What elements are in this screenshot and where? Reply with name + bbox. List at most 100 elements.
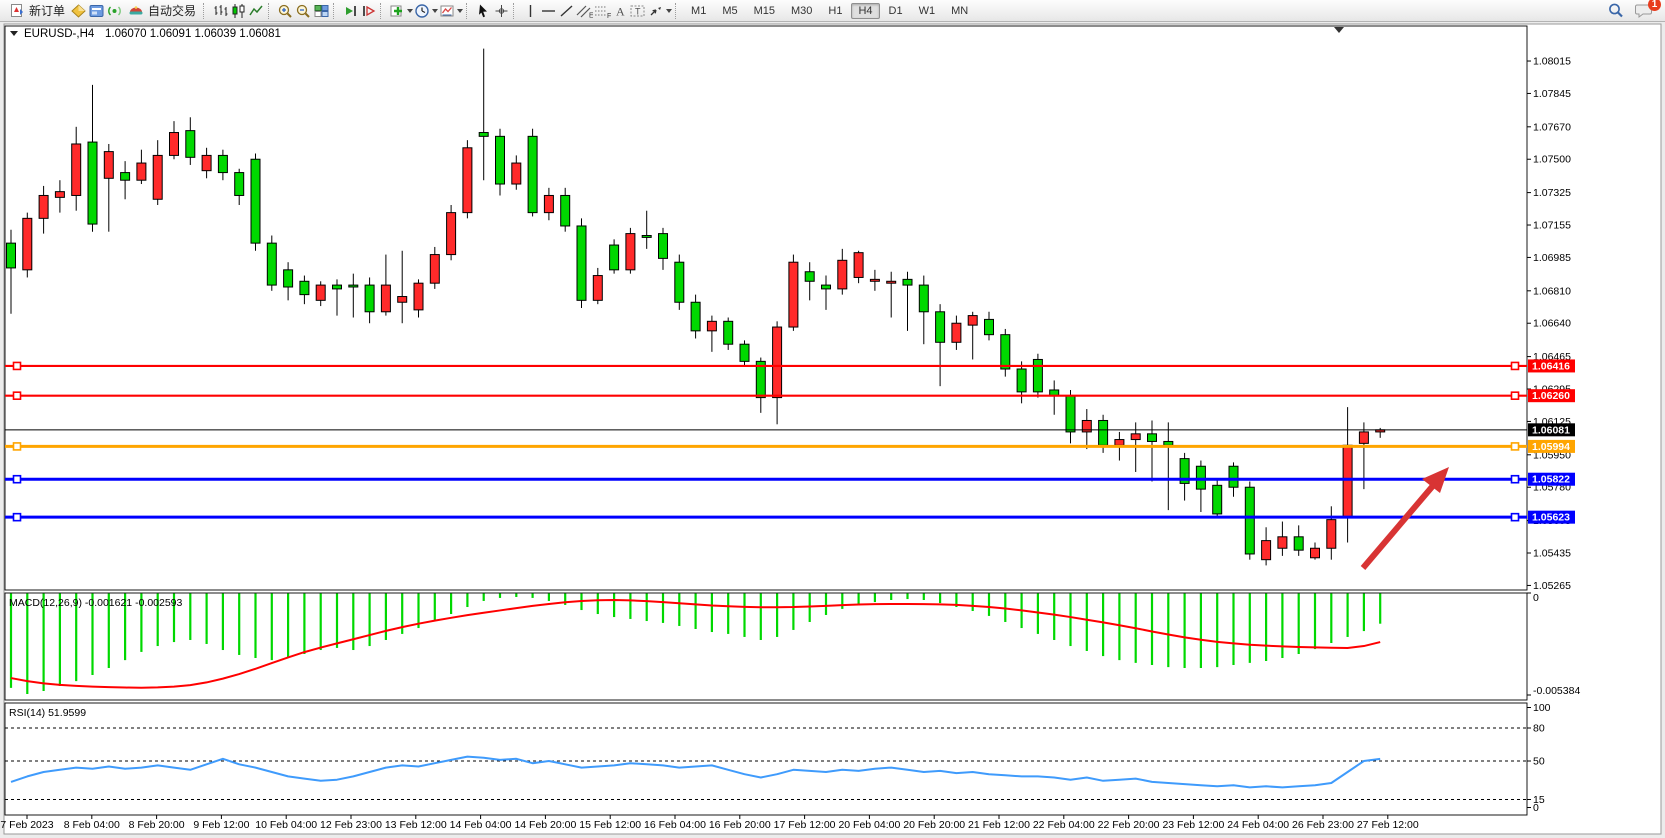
candle (1213, 480, 1222, 518)
bar-chart-icon[interactable] (211, 2, 229, 19)
horizontal-line-icon[interactable] (539, 2, 557, 19)
svg-text:50: 50 (1533, 756, 1545, 768)
text-label-icon[interactable]: T (629, 2, 647, 19)
crosshair-icon[interactable] (492, 2, 510, 19)
separator (203, 3, 208, 19)
new-order-button[interactable]: 新订单 (4, 1, 69, 20)
svg-text:A: A (616, 4, 625, 18)
svg-text:27 Feb 12:00: 27 Feb 12:00 (1357, 819, 1419, 831)
tile-windows-icon[interactable] (312, 2, 330, 19)
candle (463, 140, 472, 218)
line-handle[interactable] (14, 362, 21, 369)
candle (267, 236, 276, 291)
svg-text:13 Feb 12:00: 13 Feb 12:00 (385, 819, 447, 831)
svg-text:20 Feb 04:00: 20 Feb 04:00 (838, 819, 900, 831)
candlestick-chart-icon[interactable] (229, 2, 247, 19)
svg-text:14 Feb 20:00: 14 Feb 20:00 (514, 819, 576, 831)
svg-text:1.06985: 1.06985 (1533, 252, 1571, 264)
line-handle[interactable] (1512, 514, 1519, 521)
line-handle[interactable] (1512, 476, 1519, 483)
price-badge: 1.06260 (1528, 389, 1575, 402)
candle (528, 129, 537, 217)
line-handle[interactable] (14, 514, 21, 521)
candle (675, 255, 684, 310)
dropdown-caret[interactable] (457, 9, 463, 13)
profile-window-icon[interactable] (87, 2, 105, 19)
svg-text:1.05822: 1.05822 (1532, 474, 1570, 486)
chart-shift-icon[interactable] (359, 2, 377, 19)
line-handle[interactable] (1512, 362, 1519, 369)
text-icon[interactable]: A (611, 2, 629, 19)
auto-scroll-icon[interactable] (341, 2, 359, 19)
search-icon[interactable] (1607, 2, 1625, 19)
diamond-icon[interactable] (69, 2, 87, 19)
candle (447, 205, 456, 260)
svg-text:16 Feb 04:00: 16 Feb 04:00 (644, 819, 706, 831)
candle (1033, 354, 1042, 398)
timeframe-button-m1[interactable]: M1 (684, 3, 713, 19)
timeframe-button-w1[interactable]: W1 (912, 3, 943, 19)
equidistant-channel-icon[interactable]: E (575, 2, 593, 19)
line-handle[interactable] (1512, 392, 1519, 399)
svg-text:1.06070 1.06091 1.06039 1.0608: 1.06070 1.06091 1.06039 1.06081 (105, 28, 281, 40)
add-indicator-icon[interactable] (388, 2, 406, 19)
arrows-icon[interactable] (647, 2, 665, 19)
timeframe-button-mn[interactable]: MN (944, 3, 975, 19)
svg-text:7 Feb 2023: 7 Feb 2023 (0, 819, 53, 831)
auto-trading-button[interactable]: 自动交易 (123, 1, 200, 20)
svg-text:100: 100 (1533, 702, 1551, 714)
svg-text:1.07845: 1.07845 (1533, 88, 1571, 100)
svg-text:1.05994: 1.05994 (1532, 441, 1570, 453)
trendline-icon[interactable] (557, 2, 575, 19)
chat-icon[interactable]: 1 (1633, 2, 1655, 19)
timeframe-button-m30[interactable]: M30 (784, 3, 819, 19)
candle (23, 213, 32, 278)
timeframe-button-m15[interactable]: M15 (747, 3, 782, 19)
timeframe-button-m5[interactable]: M5 (715, 3, 744, 19)
notification-badge: 1 (1648, 0, 1661, 11)
svg-text:22 Feb 20:00: 22 Feb 20:00 (1098, 819, 1160, 831)
template-icon[interactable] (438, 2, 456, 19)
line-handle[interactable] (14, 392, 21, 399)
price-badge: 1.06416 (1528, 359, 1575, 372)
price-badge: 1.05623 (1528, 511, 1575, 524)
svg-text:1.08015: 1.08015 (1533, 56, 1571, 68)
rsi-panel (5, 703, 1527, 815)
dropdown-caret[interactable] (666, 9, 672, 13)
svg-text:1.06416: 1.06416 (1532, 360, 1570, 372)
timeframe-button-h4[interactable]: H4 (851, 3, 879, 19)
new-order-icon (8, 2, 26, 19)
svg-text:1.06081: 1.06081 (1532, 424, 1570, 436)
svg-text:14 Feb 04:00: 14 Feb 04:00 (450, 819, 512, 831)
signal-icon[interactable] (105, 2, 123, 19)
zoom-out-icon[interactable] (294, 2, 312, 19)
fibonacci-icon[interactable]: F (593, 2, 611, 19)
cursor-icon[interactable] (474, 2, 492, 19)
timeframe-button-h1[interactable]: H1 (821, 3, 849, 19)
line-handle[interactable] (14, 443, 21, 450)
svg-text:1.07500: 1.07500 (1533, 154, 1571, 166)
candle (1245, 482, 1254, 560)
chart-area: EURUSD-,H41.06070 1.06091 1.06039 1.0608… (0, 0, 1665, 838)
candle (1001, 329, 1010, 377)
candle (626, 228, 635, 274)
zoom-in-icon[interactable] (276, 2, 294, 19)
separator (466, 3, 471, 19)
candle (789, 255, 798, 331)
svg-text:0: 0 (1533, 802, 1539, 814)
svg-text:80: 80 (1533, 723, 1545, 735)
line-handle[interactable] (14, 476, 21, 483)
svg-text:1.05623: 1.05623 (1532, 512, 1570, 524)
period-clock-icon[interactable] (413, 2, 431, 19)
vertical-line-icon[interactable] (521, 2, 539, 19)
svg-text:T: T (635, 6, 641, 16)
svg-text:8 Feb 04:00: 8 Feb 04:00 (64, 819, 120, 831)
line-handle[interactable] (1512, 443, 1519, 450)
timeframe-button-d1[interactable]: D1 (882, 3, 910, 19)
separator (333, 3, 338, 19)
main-panel (5, 26, 1527, 590)
new-order-label: 新订单 (29, 2, 65, 19)
line-chart-icon[interactable] (247, 2, 265, 19)
svg-text:16 Feb 20:00: 16 Feb 20:00 (709, 819, 771, 831)
toolbar: 新订单 自动交易 (0, 0, 1665, 22)
